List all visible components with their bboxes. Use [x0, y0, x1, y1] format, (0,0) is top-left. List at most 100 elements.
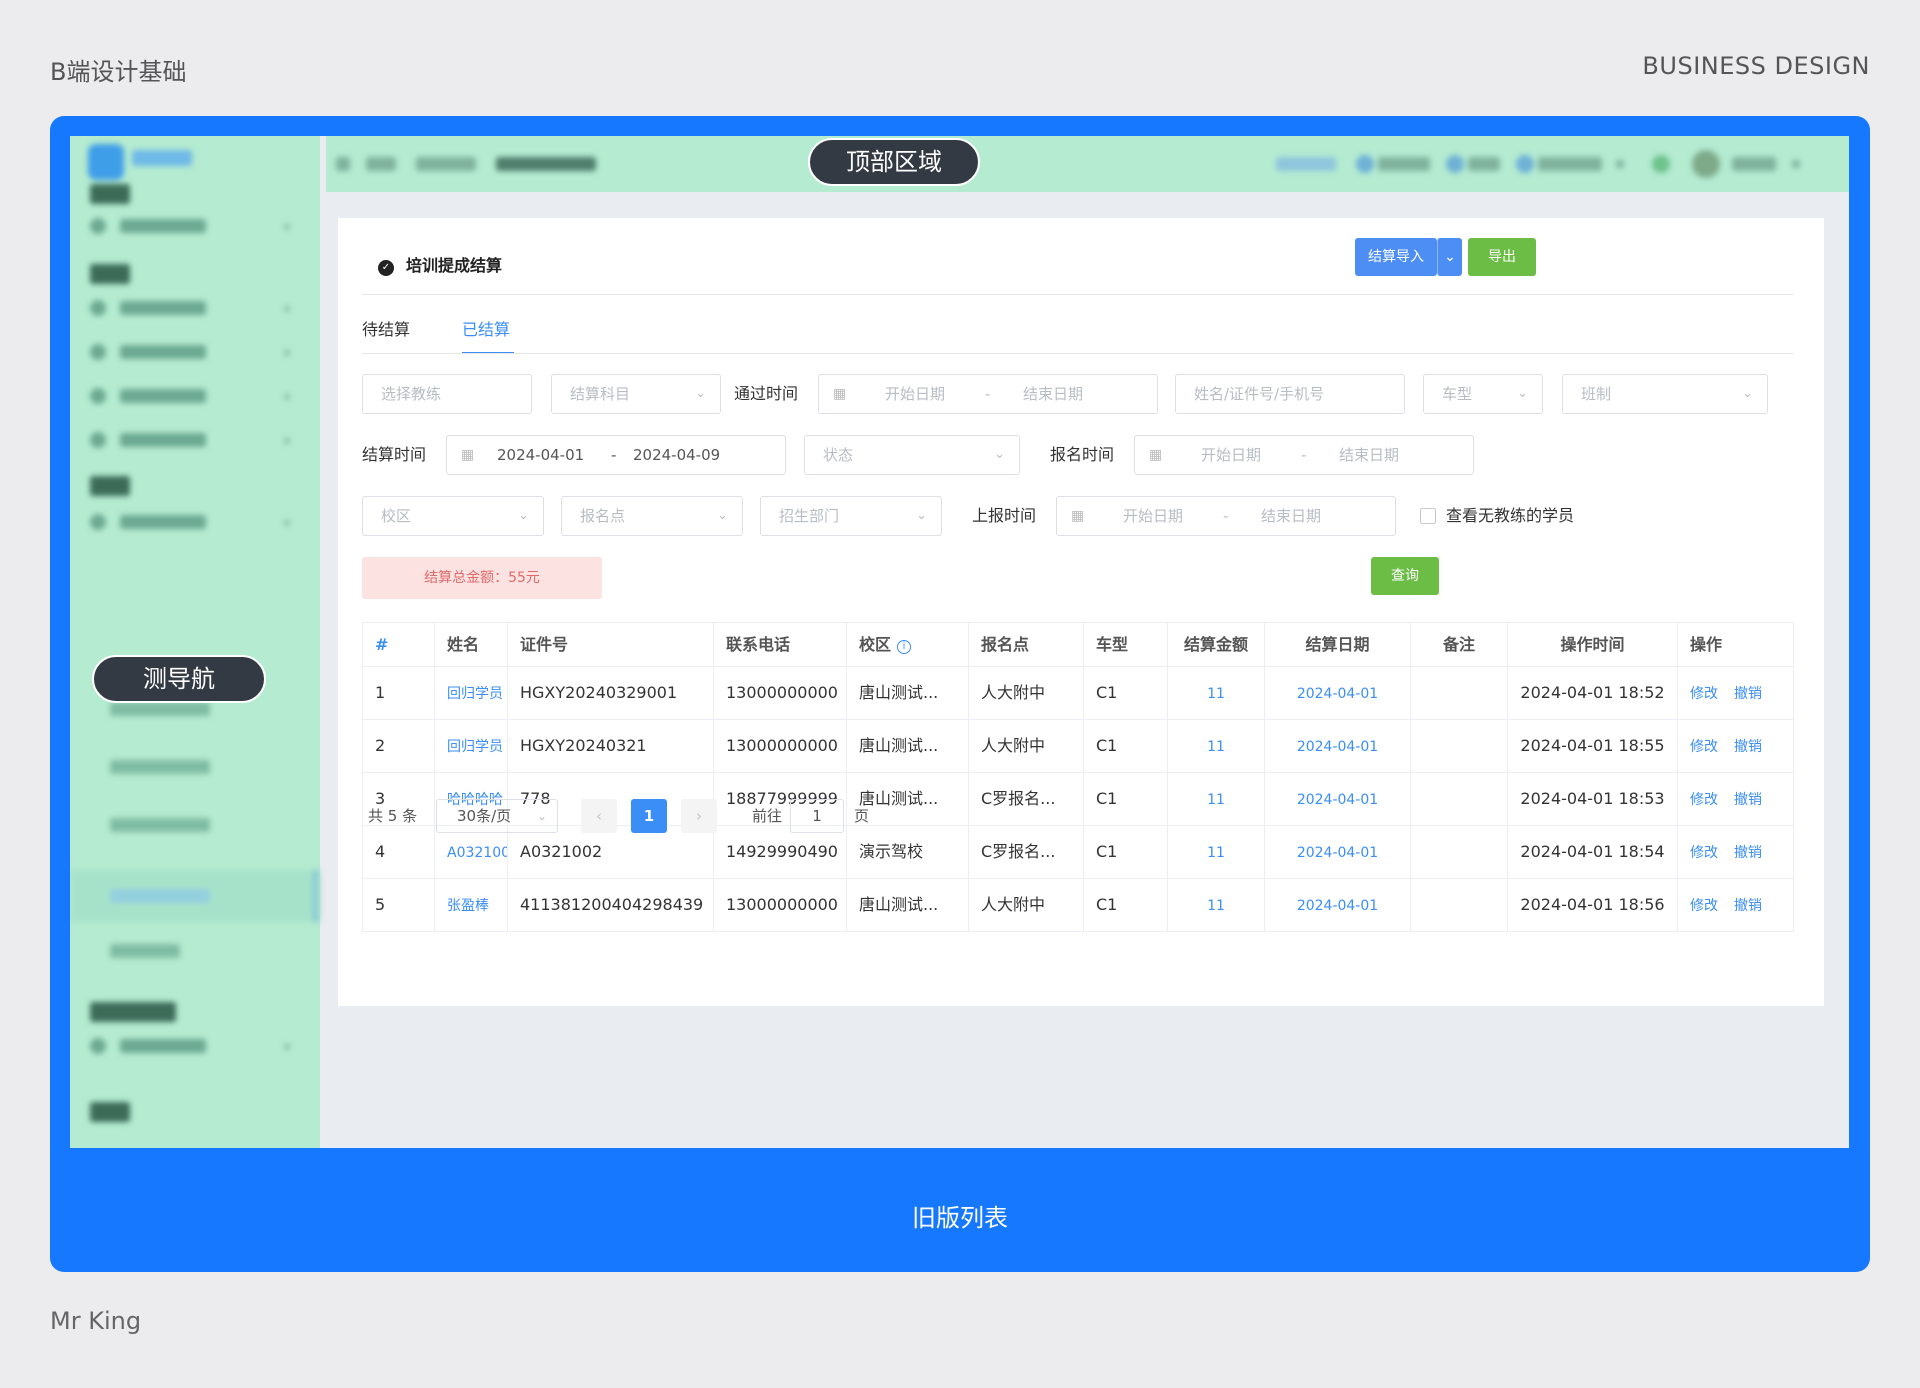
cell-index: 4	[363, 826, 435, 878]
sidebar-item[interactable]: ▾	[90, 512, 290, 532]
report-time-label: 上报时间	[972, 506, 1037, 525]
info-icon[interactable]: i	[897, 640, 912, 654]
page-number-current[interactable]: 1	[631, 799, 667, 833]
cell-car-value: C1	[1096, 895, 1118, 914]
cell-amount: 11	[1168, 773, 1265, 825]
campus-select[interactable]: 校区 ⌄	[362, 496, 544, 536]
cell-amount-value[interactable]: 11	[1207, 739, 1225, 755]
cell-amount-value[interactable]: 11	[1207, 792, 1225, 808]
sidebar-subitem[interactable]	[110, 760, 210, 774]
search-input[interactable]: 姓名/证件号/手机号	[1175, 374, 1405, 414]
cancel-link[interactable]: 撤销	[1734, 898, 1762, 914]
topbar-link[interactable]	[1276, 157, 1336, 171]
cell-date-value[interactable]: 2024-04-01	[1297, 845, 1378, 861]
sidebar-item[interactable]: ▾	[90, 386, 290, 406]
edit-link[interactable]: 修改	[1690, 898, 1718, 914]
col-date: 结算日期	[1265, 623, 1411, 666]
cell-point-value: C罗报名...	[981, 842, 1056, 861]
edit-link[interactable]: 修改	[1690, 686, 1718, 702]
col-actions: 操作	[1678, 623, 1794, 666]
tab-pending[interactable]: 待结算	[362, 316, 410, 340]
cell-amount-value[interactable]: 11	[1207, 686, 1225, 702]
coach-select[interactable]: 选择教练	[362, 374, 532, 414]
sidebar-subitem[interactable]	[110, 944, 180, 958]
logo-icon	[88, 144, 124, 180]
car-type-select[interactable]: 车型 ⌄	[1423, 374, 1543, 414]
cell-date-value[interactable]: 2024-04-01	[1297, 898, 1378, 914]
col-id: 证件号	[508, 623, 714, 666]
signup-time-range[interactable]: ▦ 开始日期 - 结束日期	[1134, 435, 1474, 475]
breadcrumb-parent[interactable]	[416, 157, 476, 171]
cell-amount-value[interactable]: 11	[1207, 898, 1225, 914]
report-time-range[interactable]: ▦ 开始日期 - 结束日期	[1056, 496, 1396, 536]
start-date: 开始日期	[885, 385, 946, 403]
export-button[interactable]: 导出	[1468, 238, 1536, 276]
cancel-link[interactable]: 撤销	[1734, 686, 1762, 702]
chevron-down-icon: ⌄	[518, 508, 529, 523]
cancel-link[interactable]: 撤销	[1734, 845, 1762, 861]
sidebar-subitem[interactable]	[110, 818, 210, 832]
status-select[interactable]: 状态 ⌄	[804, 435, 1020, 475]
cell-date: 2024-04-01	[1265, 667, 1411, 719]
home-icon	[1446, 155, 1464, 173]
sidebar-item[interactable]: ▾	[90, 298, 290, 318]
cell-date-value[interactable]: 2024-04-01	[1297, 686, 1378, 702]
app-window: ▾ ▾ ▾ ▾ ▾ ▾ ▾ ✓ 培训提成结算 结算导入 ⌄ 导出 待结算 已结算…	[70, 136, 1849, 1148]
range-separator: -	[985, 385, 991, 403]
edit-link[interactable]: 修改	[1690, 845, 1718, 861]
settle-time-range[interactable]: ▦ 2024-04-01 -2024-04-09	[446, 435, 786, 475]
import-button[interactable]: 结算导入	[1355, 238, 1437, 276]
table-row: 1 回归学员 HGXY20240329001 13000000000 唐山测试... 人大…	[363, 667, 1794, 720]
goto-page-input[interactable]: 1	[790, 799, 844, 833]
total-count: 共 5 条	[368, 807, 418, 825]
cell-amount-value[interactable]: 11	[1207, 845, 1225, 861]
user-name[interactable]	[1732, 157, 1776, 171]
cell-note	[1411, 720, 1508, 772]
topbar-link[interactable]	[1468, 157, 1500, 171]
pass-time-label: 通过时间	[734, 384, 799, 403]
prev-page-button[interactable]: ‹	[581, 799, 617, 833]
topbar-school[interactable]	[1538, 157, 1602, 171]
tab-settled[interactable]: 已结算	[462, 316, 510, 340]
pass-time-range[interactable]: ▦ 开始日期 - 结束日期	[818, 374, 1158, 414]
page-size-value: 30条/页	[457, 807, 512, 825]
topbar-link[interactable]	[1378, 157, 1430, 171]
cell-car: C1	[1084, 826, 1168, 878]
cell-date: 2024-04-01	[1265, 826, 1411, 878]
edit-link[interactable]: 修改	[1690, 739, 1718, 755]
sidebar-item[interactable]: ▾	[90, 216, 290, 236]
edit-link[interactable]: 修改	[1690, 792, 1718, 808]
cell-name-value[interactable]: A032100	[447, 845, 507, 861]
import-dropdown-button[interactable]: ⌄	[1437, 238, 1462, 276]
avatar[interactable]	[1692, 150, 1720, 178]
cell-id-value: HGXY20240329001	[520, 683, 678, 702]
sidebar-subitem[interactable]	[110, 702, 210, 716]
nav-tag: 测导航	[92, 655, 266, 703]
signup-point-select[interactable]: 报名点 ⌄	[561, 496, 743, 536]
query-button[interactable]: 查询	[1371, 557, 1439, 595]
cell-date-value[interactable]: 2024-04-01	[1297, 792, 1378, 808]
cell-date-value[interactable]: 2024-04-01	[1297, 739, 1378, 755]
subject-select[interactable]: 结算科目 ⌄	[551, 374, 721, 414]
cell-car: C1	[1084, 773, 1168, 825]
calendar-icon: ▦	[1149, 447, 1163, 463]
dept-select[interactable]: 招生部门 ⌄	[760, 496, 942, 536]
no-coach-checkbox[interactable]	[1420, 508, 1436, 524]
sidebar-item[interactable]: ▾	[90, 342, 290, 362]
end-date: 结束日期	[1261, 507, 1322, 525]
sidebar-item[interactable]: ▾	[90, 1036, 290, 1056]
cell-campus: 唐山测试...	[847, 879, 969, 931]
breadcrumb-home[interactable]	[366, 157, 396, 171]
next-page-button[interactable]: ›	[681, 799, 717, 833]
cell-name-value[interactable]: 张盈棒	[447, 898, 489, 914]
cancel-link[interactable]: 撤销	[1734, 792, 1762, 808]
cell-name-value[interactable]: 回归学员	[447, 686, 503, 702]
signup-time-label: 报名时间	[1050, 445, 1115, 464]
cell-actions: 修改 撤销	[1678, 667, 1794, 719]
cancel-link[interactable]: 撤销	[1734, 739, 1762, 755]
class-select[interactable]: 班制 ⌄	[1562, 374, 1768, 414]
sidebar-item[interactable]: ▾	[90, 430, 290, 450]
cell-name-value[interactable]: 回归学员	[447, 739, 503, 755]
menu-toggle-icon[interactable]	[336, 157, 350, 171]
page-size-select[interactable]: 30条/页 ⌄	[436, 799, 558, 833]
